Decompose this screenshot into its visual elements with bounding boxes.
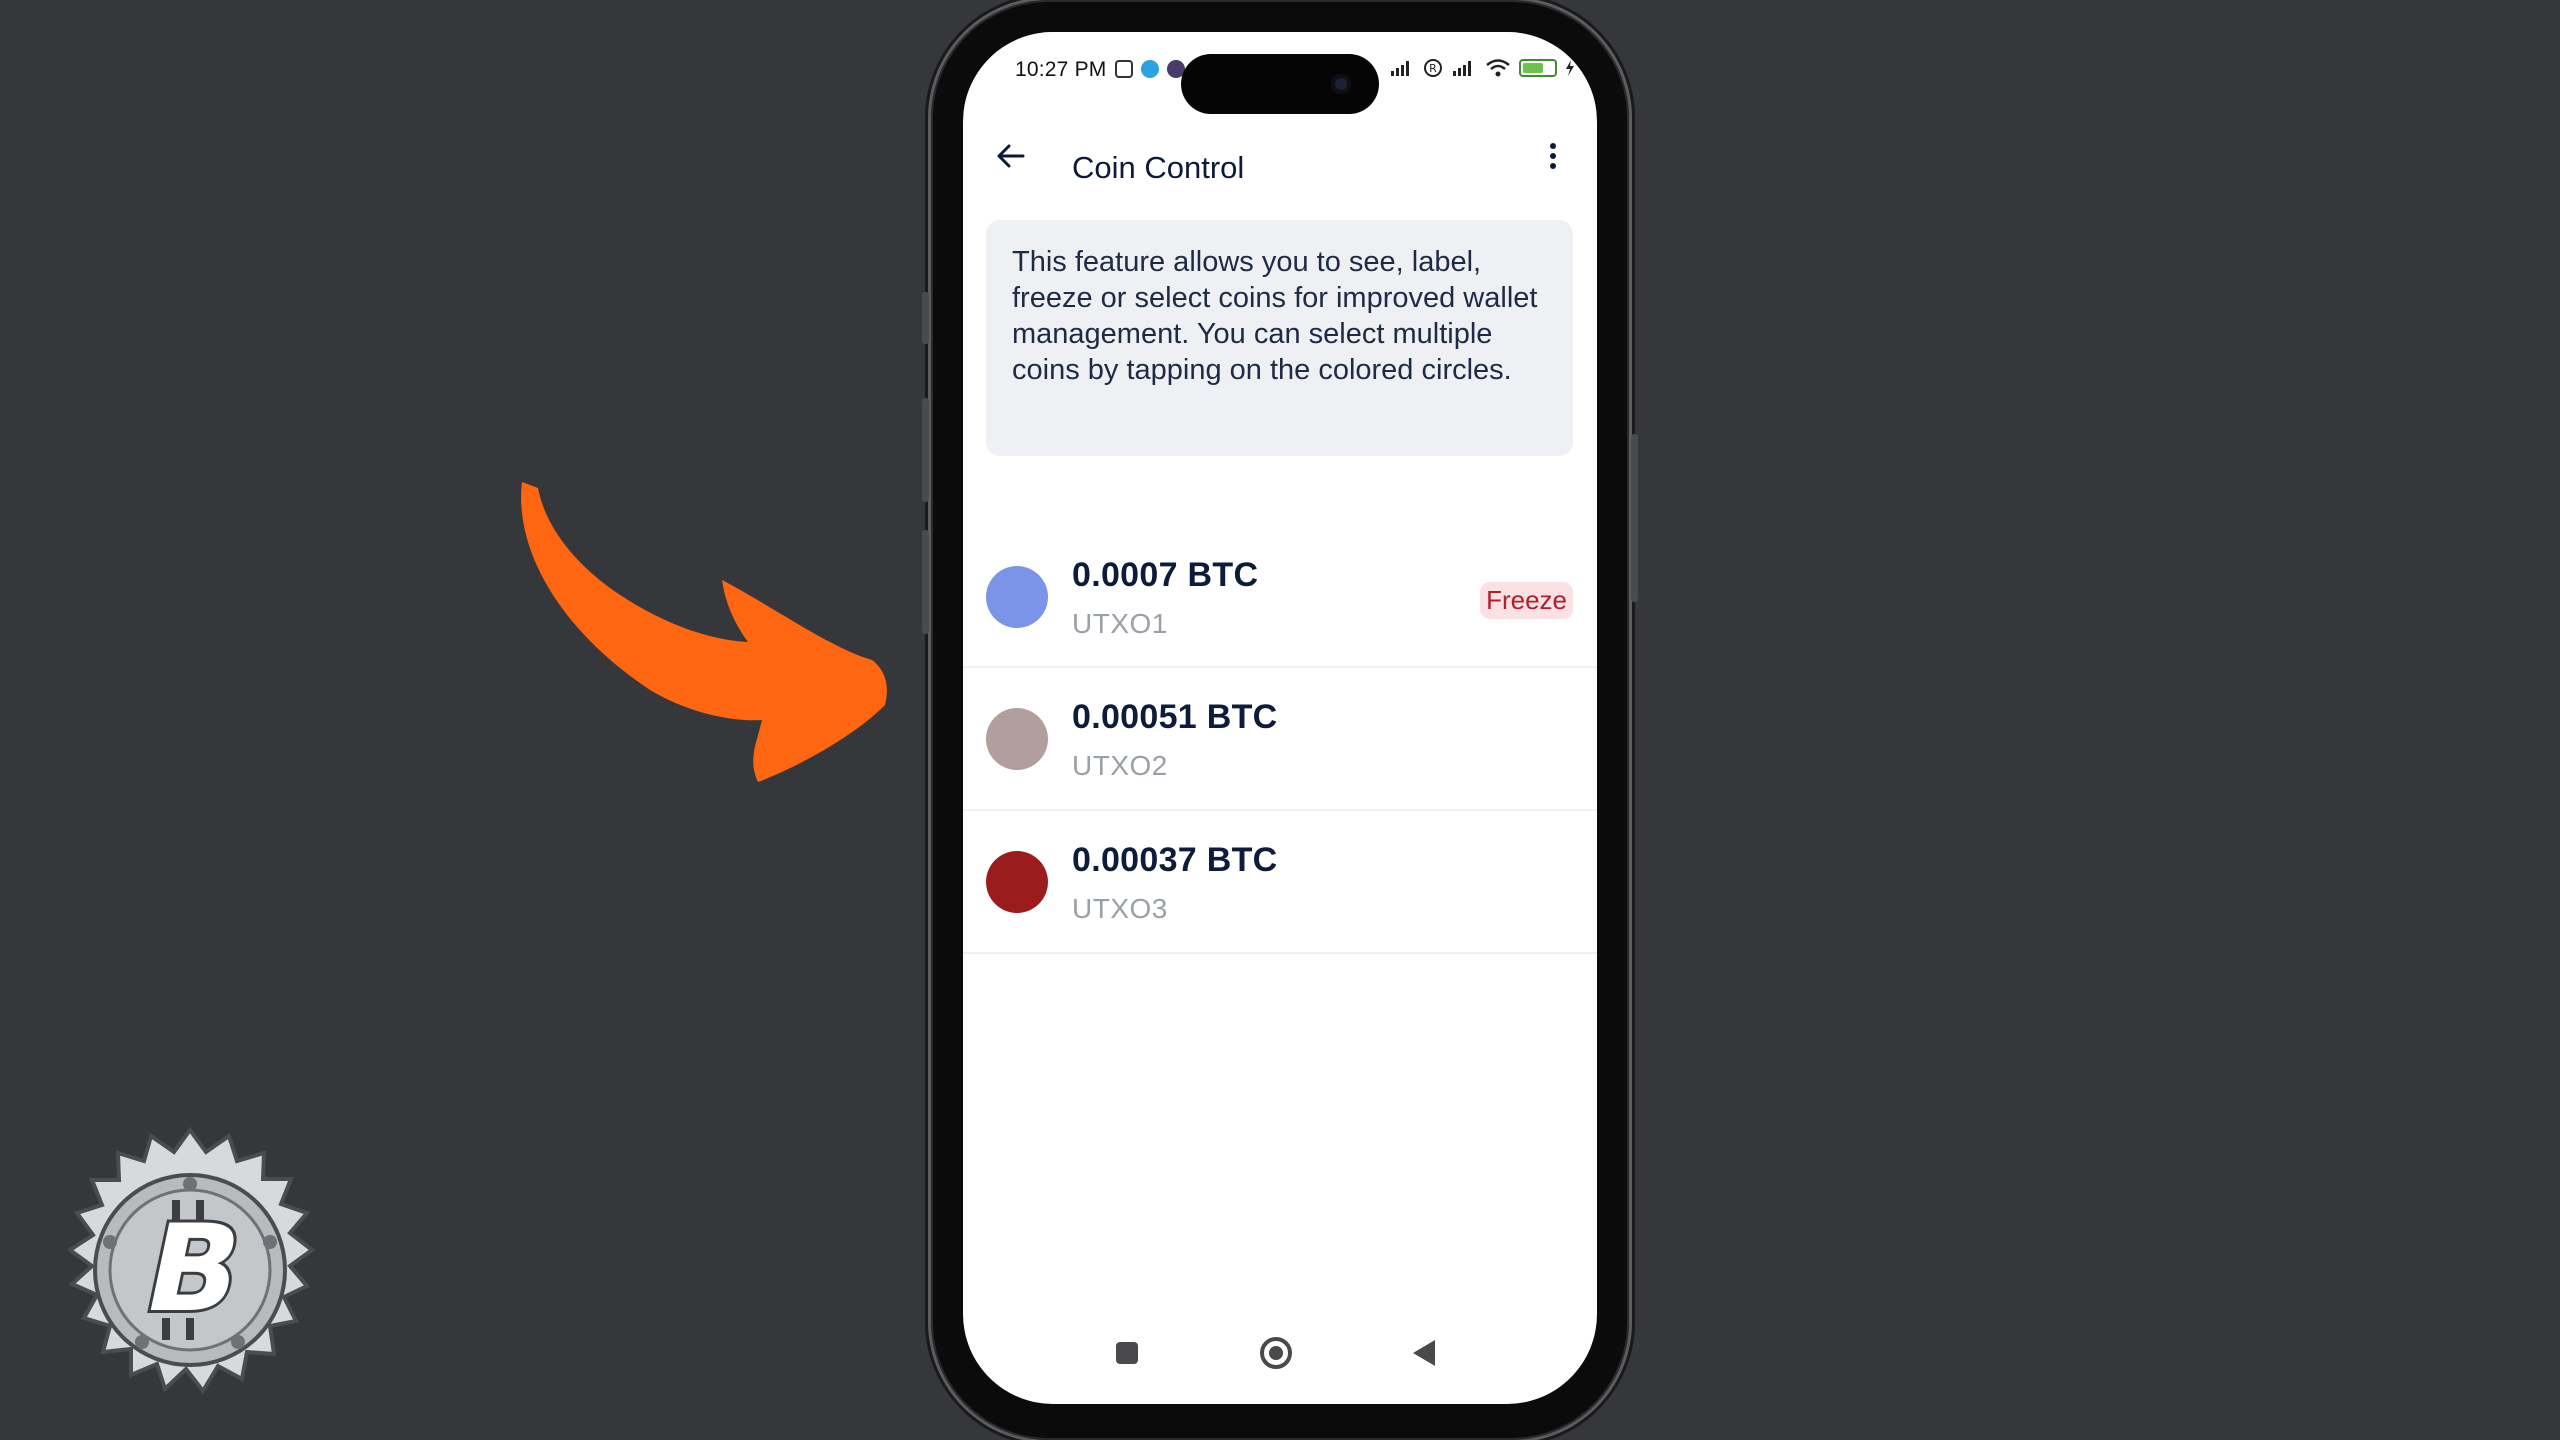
coin-amount: 0.00037 BTC [1072, 841, 1278, 879]
dynamic-island [1181, 54, 1379, 114]
nav-back-button[interactable] [1413, 1340, 1435, 1366]
wifi-icon [1486, 59, 1510, 77]
signal-2-icon [1453, 61, 1471, 76]
telegram-icon [1141, 60, 1159, 78]
more-vert-icon [1550, 143, 1556, 169]
system-nav-bar [963, 1324, 1597, 1404]
app-screen: 10:27 PM R Coin Control This feature all… [963, 32, 1597, 1404]
status-bar: 10:27 PM R [963, 32, 1597, 114]
page-title: Coin Control [1072, 150, 1245, 185]
coin-select-circle[interactable] [986, 708, 1048, 770]
roaming-icon: R [1424, 59, 1442, 77]
coin-label: UTXO2 [1072, 750, 1168, 781]
home-button[interactable] [1260, 1337, 1292, 1369]
phone-frame: 10:27 PM R Coin Control This feature all… [922, 0, 1638, 1440]
front-camera-icon [1331, 74, 1351, 94]
coin-row[interactable]: 0.00037 BTC UTXO3 [963, 811, 1597, 954]
notification-icons [1115, 60, 1185, 78]
bitcoin-badge-logo: B [66, 1126, 316, 1395]
nfc-icon [1115, 60, 1133, 78]
signal-icon [1391, 61, 1409, 76]
coin-select-circle[interactable] [986, 851, 1048, 913]
battery-icon [1519, 59, 1557, 77]
svg-text:R: R [1429, 62, 1437, 75]
info-card: This feature allows you to see, label, f… [986, 220, 1573, 456]
charging-icon [1566, 60, 1574, 76]
back-button[interactable] [987, 132, 1035, 180]
app-bar: Coin Control [963, 112, 1597, 212]
orange-arrow-icon [521, 482, 887, 782]
coin-select-circle[interactable] [986, 566, 1048, 628]
status-time: 10:27 PM [1015, 58, 1107, 81]
coin-amount: 0.0007 BTC [1072, 556, 1259, 594]
battery-fill [1523, 63, 1544, 73]
more-options-button[interactable] [1531, 134, 1575, 178]
coin-list: 0.0007 BTC UTXO1 Freeze 0.00051 BTC UTXO… [963, 526, 1597, 954]
coin-label: UTXO1 [1072, 608, 1168, 639]
freeze-badge[interactable]: Freeze [1480, 582, 1573, 619]
coin-row[interactable]: 0.0007 BTC UTXO1 Freeze [963, 526, 1597, 668]
arrow-left-icon [997, 144, 1025, 168]
coin-amount: 0.00051 BTC [1072, 698, 1278, 736]
coin-label: UTXO3 [1072, 893, 1168, 924]
phone-action-button [922, 292, 929, 344]
coin-row[interactable]: 0.00051 BTC UTXO2 [963, 668, 1597, 811]
recents-button[interactable] [1116, 1342, 1138, 1364]
video-frame: B 10:27 PM R Coin Control This feature a… [0, 0, 2560, 1440]
phone-volume-down-button [922, 530, 929, 634]
system-icons: R [1389, 58, 1575, 78]
phone-volume-up-button [922, 398, 929, 502]
phone-power-button [1631, 434, 1638, 602]
